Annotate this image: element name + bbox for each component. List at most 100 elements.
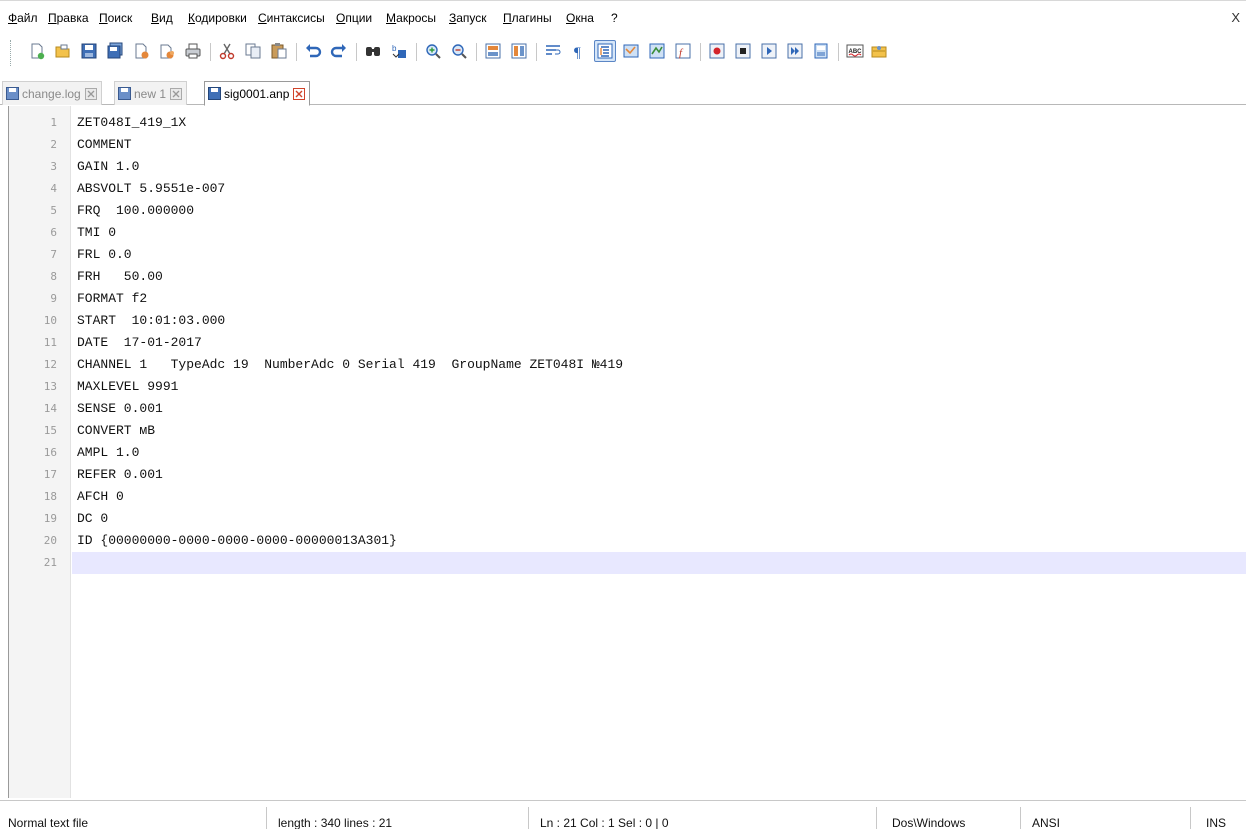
function-list-icon[interactable] <box>646 40 668 62</box>
line-number: 17 <box>43 468 57 481</box>
svg-text:¶: ¶ <box>574 45 581 60</box>
close-icon[interactable] <box>293 87 306 100</box>
show-all-chars-icon[interactable]: ¶ <box>568 40 590 62</box>
code-line[interactable]: AMPL 1.0 <box>77 442 139 464</box>
toolbar-separator <box>416 43 417 61</box>
line-number: 19 <box>43 512 57 525</box>
find-icon[interactable] <box>362 40 384 62</box>
close-icon[interactable] <box>84 87 97 100</box>
tab-new-1[interactable]: new 1 <box>114 81 188 105</box>
code-line[interactable]: START 10:01:03.000 <box>77 310 225 332</box>
toolbar-separator <box>210 43 211 61</box>
menu-window[interactable]: Окна <box>566 11 594 25</box>
code-line[interactable]: TMI 0 <box>77 222 116 244</box>
code-line[interactable]: FRL 0.0 <box>77 244 132 266</box>
replace-icon[interactable]: b <box>388 40 410 62</box>
menu-macros[interactable]: Макросы <box>386 11 436 25</box>
zoom-in-icon[interactable] <box>422 40 444 62</box>
tab-sig0001-anp[interactable]: sig0001.anp <box>204 81 311 106</box>
menu-search[interactable]: Поиск <box>99 11 132 25</box>
copy-icon[interactable] <box>242 40 264 62</box>
code-line[interactable]: SENSE 0.001 <box>77 398 163 420</box>
status-insert-mode: INS <box>1206 816 1227 829</box>
code-line[interactable]: FRH 50.00 <box>77 266 163 288</box>
code-line[interactable]: GAIN 1.0 <box>77 156 139 178</box>
toolbar-separator <box>536 43 537 61</box>
cut-icon[interactable] <box>216 40 238 62</box>
undo-icon[interactable] <box>302 40 324 62</box>
line-number: 6 <box>50 226 57 239</box>
status-position: Ln : 21 Col : 1 Sel : 0 | 0 <box>540 816 669 829</box>
menu-edit[interactable]: Правка <box>48 11 89 25</box>
code-line[interactable]: COMMENT <box>77 134 132 156</box>
code-line[interactable]: CHANNEL 1 TypeAdc 19 NumberAdc 0 Serial … <box>77 354 623 376</box>
print-icon[interactable] <box>182 40 204 62</box>
code-line[interactable]: ABSVOLT 5.9551e-007 <box>77 178 225 200</box>
close-file-icon[interactable] <box>130 40 152 62</box>
tab-label: change.log <box>22 86 81 101</box>
close-all-icon[interactable] <box>156 40 178 62</box>
paste-icon[interactable] <box>268 40 290 62</box>
redo-icon[interactable] <box>328 40 350 62</box>
save-macro-icon[interactable] <box>810 40 832 62</box>
sync-vertical-icon[interactable] <box>482 40 504 62</box>
code-line[interactable]: FRQ 100.000000 <box>77 200 194 222</box>
menu-syntax[interactable]: Синтаксисы <box>258 11 325 25</box>
close-icon[interactable] <box>170 87 183 100</box>
menu-options[interactable]: Опции <box>336 11 372 25</box>
line-number: 7 <box>50 248 57 261</box>
settings-plugin-icon[interactable] <box>868 40 890 62</box>
code-line[interactable]: CONVERT мВ <box>77 420 155 442</box>
save-all-icon[interactable] <box>104 40 126 62</box>
menu-run[interactable]: Запуск <box>449 11 487 25</box>
indent-guide-icon[interactable] <box>594 40 616 62</box>
folder-workspace-icon[interactable]: f <box>672 40 694 62</box>
menu-view[interactable]: Вид <box>151 11 173 25</box>
line-number: 4 <box>50 182 57 195</box>
code-line[interactable]: FORMAT f2 <box>77 288 147 310</box>
run-macro-multiple-icon[interactable] <box>784 40 806 62</box>
stop-recording-icon[interactable] <box>732 40 754 62</box>
word-wrap-icon[interactable] <box>542 40 564 62</box>
toolbar-separator <box>296 43 297 61</box>
save-icon <box>208 87 221 100</box>
tab-label: sig0001.anp <box>224 86 290 101</box>
tab-change-log[interactable]: change.log <box>2 81 102 105</box>
zoom-out-icon[interactable] <box>448 40 470 62</box>
editor[interactable]: 1 2 3 4 5 6 7 8 9 10 11 12 13 14 15 16 17 18 19 20 21 ZET048… <box>8 106 1246 798</box>
toolbar-separator <box>476 43 477 61</box>
sync-horizontal-icon[interactable] <box>508 40 530 62</box>
code-line[interactable]: REFER 0.001 <box>77 464 163 486</box>
code-line[interactable]: AFCH 0 <box>77 486 124 508</box>
tab-strip: change.log new 1 sig0001.anp <box>0 78 1246 106</box>
toolbar-separator <box>838 43 839 61</box>
status-separator <box>1020 807 1021 829</box>
record-macro-icon[interactable] <box>706 40 728 62</box>
code-line[interactable]: ID {00000000-0000-0000-0000-00000013A301… <box>77 530 397 552</box>
toolbar-grip[interactable] <box>10 40 13 66</box>
line-number: 9 <box>50 292 57 305</box>
save-icon[interactable] <box>78 40 100 62</box>
toolbar: b ¶ f ABC <box>0 34 1246 76</box>
status-separator <box>266 807 267 829</box>
spell-check-icon[interactable]: ABC <box>844 40 866 62</box>
menu-file[interactable]: Файл <box>8 11 38 25</box>
line-number: 16 <box>43 446 57 459</box>
menu-help[interactable]: ? <box>611 11 618 25</box>
doc-map-icon[interactable] <box>620 40 642 62</box>
code-line[interactable]: DATE 17-01-2017 <box>77 332 202 354</box>
line-number: 10 <box>43 314 57 327</box>
code-line[interactable]: ZET048I_419_1X <box>77 112 186 134</box>
open-file-icon[interactable] <box>52 40 74 62</box>
close-icon[interactable]: X <box>1231 10 1240 25</box>
menu-encoding[interactable]: Кодировки <box>188 11 247 25</box>
menu-plugins[interactable]: Плагины <box>503 11 552 25</box>
status-separator <box>1190 807 1191 829</box>
status-separator <box>876 807 877 829</box>
code-line[interactable]: MAXLEVEL 9991 <box>77 376 178 398</box>
line-number: 3 <box>50 160 57 173</box>
new-file-icon[interactable] <box>26 40 48 62</box>
code-line[interactable]: DC 0 <box>77 508 108 530</box>
play-macro-icon[interactable] <box>758 40 780 62</box>
current-line-highlight <box>72 552 1246 574</box>
